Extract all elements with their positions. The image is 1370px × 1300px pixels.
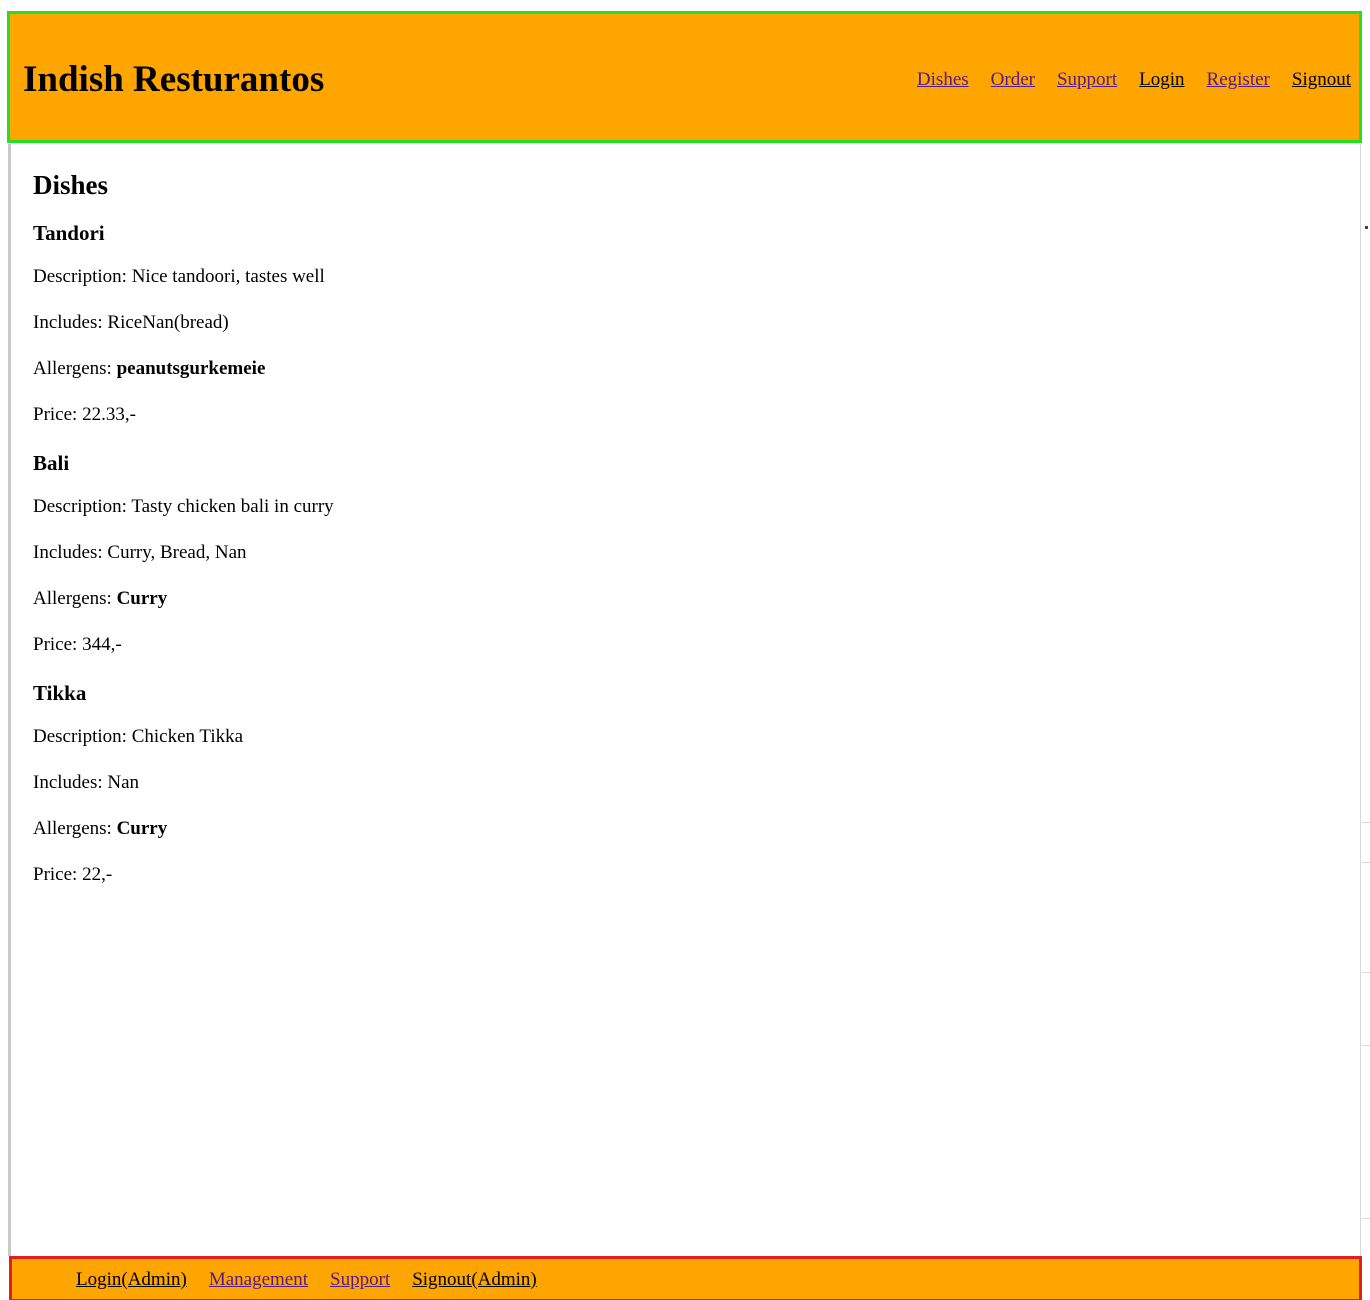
- edge-divider: [1362, 1045, 1370, 1046]
- includes-value: Nan: [107, 772, 140, 793]
- page-title: Dishes: [33, 170, 109, 200]
- allergens-value: Curry: [116, 588, 168, 609]
- includes-value: Curry, Bread, Nan: [107, 542, 247, 563]
- dish-price: Price: 22.33,-: [33, 404, 1333, 426]
- price-value: 22,-: [82, 864, 113, 885]
- includes-label: Includes:: [33, 542, 108, 563]
- dish-allergens: Allergens: peanutsgurkemeie: [33, 358, 1333, 380]
- nav-link-signout[interactable]: Signout: [1292, 69, 1351, 91]
- description-value: Tasty chicken bali in curry: [131, 496, 334, 517]
- edge-tick: [1365, 226, 1368, 229]
- includes-value: RiceNan(bread): [107, 312, 229, 333]
- dish-name: Tikka: [33, 681, 87, 705]
- edge-divider: [1362, 862, 1370, 863]
- allergens-label: Allergens:: [33, 588, 117, 609]
- footer-link-admin-signout[interactable]: Signout(Admin): [412, 1269, 537, 1291]
- footer-link-management[interactable]: Management: [209, 1269, 308, 1291]
- nav-link-register[interactable]: Register: [1207, 69, 1270, 91]
- description-value: Chicken Tikka: [131, 726, 244, 747]
- dish-description: Description: Chicken Tikka: [33, 726, 1333, 748]
- dish-description: Description: Nice tandoori, tastes well: [33, 266, 1333, 288]
- allergens-value: Curry: [116, 818, 168, 839]
- dish-includes: Includes: Curry, Bread, Nan: [33, 542, 1333, 564]
- dish-name: Tandori: [33, 221, 105, 245]
- dish-includes: Includes: Nan: [33, 772, 1333, 794]
- edge-divider: [1362, 1218, 1370, 1219]
- left-border: [8, 144, 11, 1256]
- price-value: 22.33,-: [82, 404, 136, 425]
- footer-nav: Login(Admin) Management Support Signout(…: [76, 1269, 537, 1291]
- price-label: Price:: [33, 634, 83, 655]
- top-nav: Dishes Order Support Login Register Sign…: [917, 69, 1351, 91]
- dish-description: Description: Tasty chicken bali in curry: [33, 496, 1333, 518]
- dish-card: Bali Description: Tasty chicken bali in …: [33, 446, 1333, 656]
- dish-name: Bali: [33, 451, 70, 475]
- edge-divider: [1362, 822, 1370, 823]
- nav-link-order[interactable]: Order: [991, 69, 1035, 91]
- footer-link-admin-login[interactable]: Login(Admin): [76, 1269, 187, 1291]
- edge-divider: [1362, 972, 1370, 973]
- footer-link-support[interactable]: Support: [330, 1269, 390, 1291]
- description-label: Description:: [33, 266, 132, 287]
- description-value: Nice tandoori, tastes well: [131, 266, 325, 287]
- description-label: Description:: [33, 726, 132, 747]
- price-label: Price:: [33, 864, 83, 885]
- includes-label: Includes:: [33, 312, 108, 333]
- site-header: Indish Resturantos Dishes Order Support …: [7, 11, 1362, 143]
- nav-link-dishes[interactable]: Dishes: [917, 69, 969, 91]
- dish-price: Price: 22,-: [33, 864, 1333, 886]
- dish-card: Tandori Description: Nice tandoori, tast…: [33, 216, 1333, 426]
- description-label: Description:: [33, 496, 132, 517]
- allergens-label: Allergens:: [33, 358, 117, 379]
- main-content: Dishes Tandori Description: Nice tandoor…: [33, 160, 1333, 886]
- dish-allergens: Allergens: Curry: [33, 588, 1333, 610]
- right-border: [1360, 144, 1361, 1256]
- page: Indish Resturantos Dishes Order Support …: [0, 0, 1370, 1300]
- nav-link-login[interactable]: Login: [1139, 69, 1184, 91]
- allergens-value: peanutsgurkemeie: [116, 358, 266, 379]
- allergens-label: Allergens:: [33, 818, 117, 839]
- nav-link-support[interactable]: Support: [1057, 69, 1117, 91]
- price-value: 344,-: [82, 634, 122, 655]
- price-label: Price:: [33, 404, 83, 425]
- dish-price: Price: 344,-: [33, 634, 1333, 656]
- dish-allergens: Allergens: Curry: [33, 818, 1333, 840]
- dish-includes: Includes: RiceNan(bread): [33, 312, 1333, 334]
- site-title: Indish Resturantos: [23, 59, 325, 100]
- includes-label: Includes:: [33, 772, 108, 793]
- site-footer: Login(Admin) Management Support Signout(…: [9, 1256, 1362, 1300]
- dish-card: Tikka Description: Chicken Tikka Include…: [33, 676, 1333, 886]
